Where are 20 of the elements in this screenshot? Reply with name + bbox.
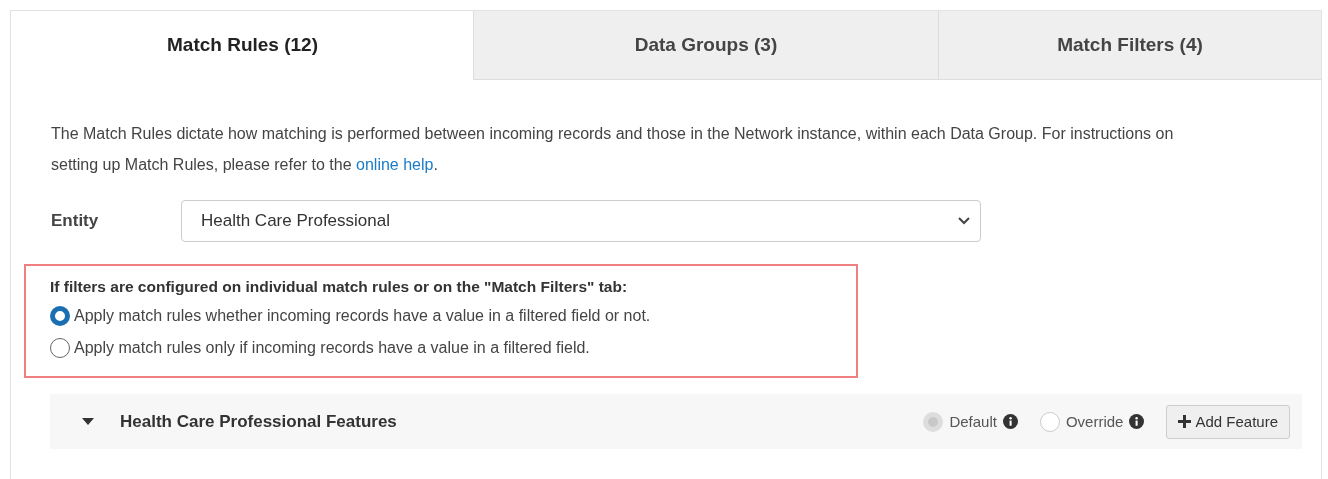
radio-button[interactable] bbox=[50, 338, 70, 358]
features-title: Health Care Professional Features bbox=[120, 411, 398, 432]
add-feature-button[interactable]: Add Feature bbox=[1166, 404, 1290, 439]
radio-button[interactable] bbox=[50, 306, 70, 326]
radio-option[interactable]: Apply match rules whether incoming records have a value in a filtered field or not. bbox=[50, 300, 832, 332]
tab[interactable]: Match Filters (4) bbox=[938, 11, 1321, 80]
mode-label: Default bbox=[949, 413, 997, 430]
mode-label: Override bbox=[1065, 413, 1124, 430]
caret-icon[interactable] bbox=[82, 417, 94, 426]
chevron-down-icon bbox=[958, 217, 970, 225]
plus-icon bbox=[1178, 415, 1192, 428]
description-text: The Match Rules dictate how matching is performed between incoming records and those in the Network instance, within each Data Group. For instructions on setting up Match Rules, please refer to the online help. bbox=[51, 124, 1175, 175]
filter-heading: If filters are configured on individual match rules or on the "Match Filters" tab: bbox=[50, 278, 629, 296]
info-icon bbox=[1002, 414, 1018, 429]
radio-option[interactable]: Apply match rules only if incoming records have a value in a filtered field. bbox=[50, 332, 832, 364]
entity-select[interactable]: Health Care Professional bbox=[181, 200, 981, 242]
entity-label: Entity bbox=[51, 211, 100, 231]
info-icon bbox=[1129, 414, 1145, 429]
tab[interactable]: Data Groups (3) bbox=[473, 11, 938, 80]
help-link[interactable]: online help bbox=[356, 156, 434, 173]
